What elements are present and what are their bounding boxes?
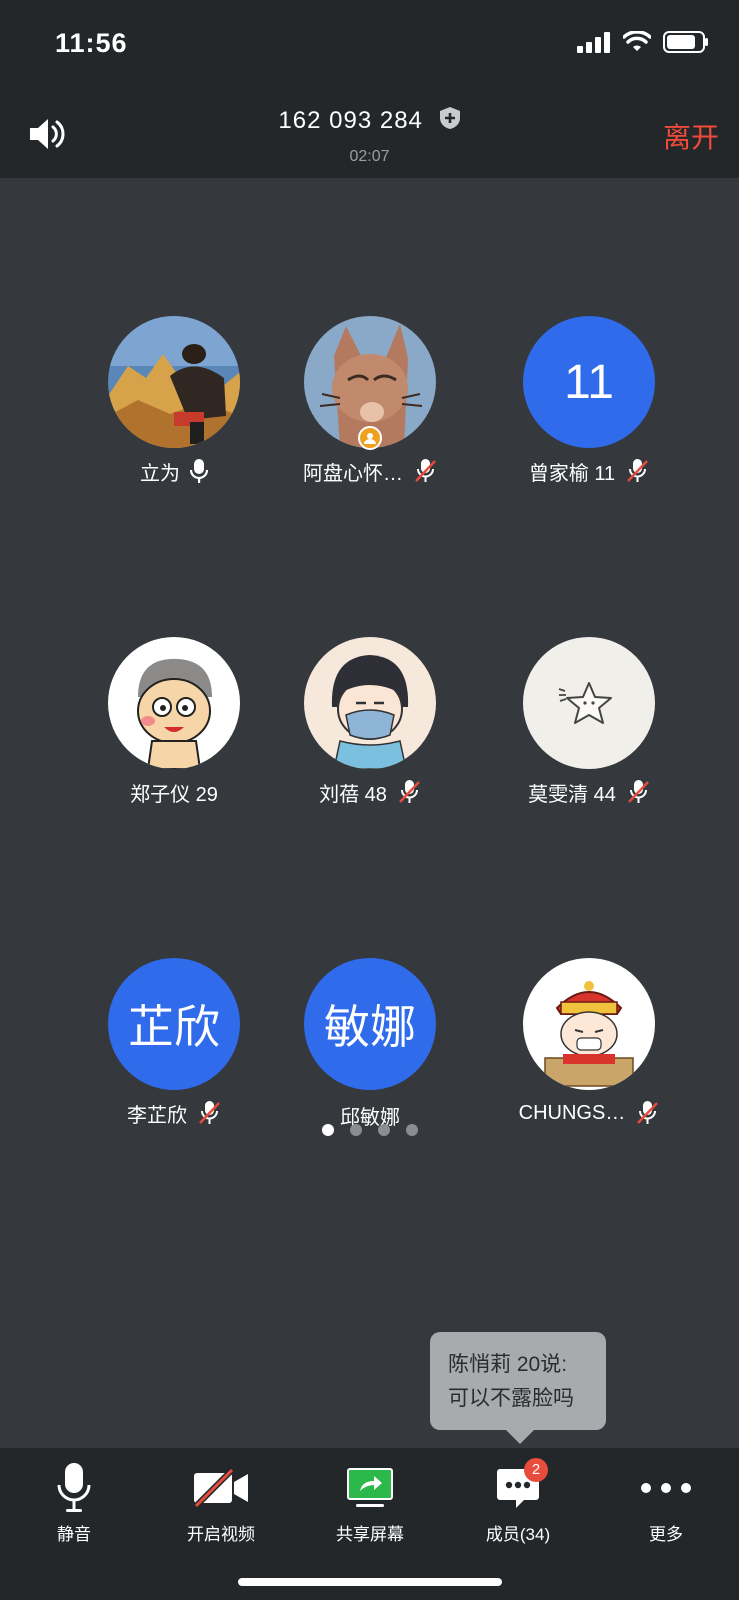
page-dot[interactable]: [405, 1124, 418, 1136]
microphone-muted-icon: [399, 780, 420, 803]
home-indicator[interactable]: [238, 1578, 502, 1586]
avatar: 敏娜: [304, 958, 436, 1090]
avatar: 11: [523, 316, 655, 448]
avatar: [108, 637, 240, 769]
share-screen-button[interactable]: 共享屏幕: [310, 1462, 430, 1545]
status-time: 11:56: [55, 28, 128, 58]
participant-name: 刘蓓 48: [319, 783, 387, 806]
avatar: [304, 637, 436, 769]
members-label: 成员(34): [485, 1525, 551, 1544]
wifi-icon: [623, 31, 651, 51]
meeting-id-text: 162 093 284: [278, 106, 423, 134]
microphone-muted-icon: [628, 780, 649, 803]
share-screen-label: 共享屏幕: [336, 1525, 404, 1544]
avatar: [108, 316, 240, 448]
mute-button[interactable]: 静音: [14, 1462, 134, 1545]
participant-name: CHUNGS…: [518, 1101, 626, 1124]
mute-label: 静音: [57, 1525, 91, 1544]
microphone-muted-icon: [637, 1101, 659, 1124]
shield-icon: [439, 106, 461, 137]
host-badge-icon: [358, 426, 382, 450]
microphone-muted-icon: [415, 459, 436, 482]
meeting-duration: 02:07: [349, 148, 390, 165]
avatar: 芷欣: [108, 958, 240, 1090]
more-button[interactable]: 更多: [606, 1462, 726, 1545]
meeting-id[interactable]: 162 093 284: [0, 106, 739, 137]
share-screen-icon: [347, 1468, 393, 1507]
unread-badge: 2: [524, 1458, 548, 1482]
participant-name: 阿盘心怀…: [303, 462, 403, 485]
avatar: [523, 958, 655, 1090]
camera-off-icon: [193, 1468, 248, 1508]
participant-name: 莫雯清 44: [528, 783, 616, 806]
chat-text: 可以不露脸吗: [448, 1387, 574, 1410]
participant-tile[interactable]: 立为: [74, 316, 274, 486]
microphone-muted-icon: [627, 459, 649, 482]
participant-name: 立为: [140, 462, 180, 485]
avatar: [523, 637, 655, 769]
participant-tile[interactable]: 芷欣 李芷欣: [74, 958, 274, 1128]
more-label: 更多: [649, 1525, 683, 1544]
members-button[interactable]: 2 成员(34): [458, 1458, 578, 1545]
page-dot[interactable]: [349, 1124, 362, 1136]
participant-tile[interactable]: 郑子仪 29: [74, 637, 274, 807]
signal-icon: [577, 32, 610, 53]
battery-icon: [663, 31, 708, 53]
start-video-label: 开启视频: [187, 1525, 255, 1544]
page-indicator[interactable]: [0, 1124, 739, 1136]
meeting-header: 162 093 284 02:07 离开: [0, 90, 739, 178]
status-icons: [577, 30, 709, 54]
participant-name: 郑子仪 29: [130, 783, 218, 806]
page-dot[interactable]: [321, 1124, 334, 1136]
start-video-button[interactable]: 开启视频: [161, 1462, 281, 1545]
participant-name: 曾家榆 11: [528, 462, 616, 485]
participant-tile[interactable]: 阿盘心怀…: [270, 316, 470, 486]
participant-tile[interactable]: 莫雯清 44: [489, 637, 689, 807]
more-dots-icon: [641, 1483, 691, 1493]
participant-tile[interactable]: 11 曾家榆 11: [489, 316, 689, 486]
participant-tile[interactable]: 刘蓓 48: [270, 637, 470, 807]
participant-tile[interactable]: CHUNGS…: [489, 958, 689, 1128]
chat-message-toast[interactable]: 陈悄莉 20说: 可以不露脸吗: [430, 1332, 606, 1444]
chat-sender: 陈悄莉 20说:: [448, 1353, 568, 1376]
microphone-icon: [57, 1463, 91, 1512]
participant-tile[interactable]: 敏娜 邱敏娜: [270, 958, 470, 1130]
status-bar: 11:56: [0, 0, 739, 90]
microphone-icon: [190, 459, 208, 483]
microphone-muted-icon: [199, 1101, 220, 1124]
page-dot[interactable]: [377, 1124, 390, 1136]
leave-button[interactable]: 离开: [663, 116, 719, 156]
